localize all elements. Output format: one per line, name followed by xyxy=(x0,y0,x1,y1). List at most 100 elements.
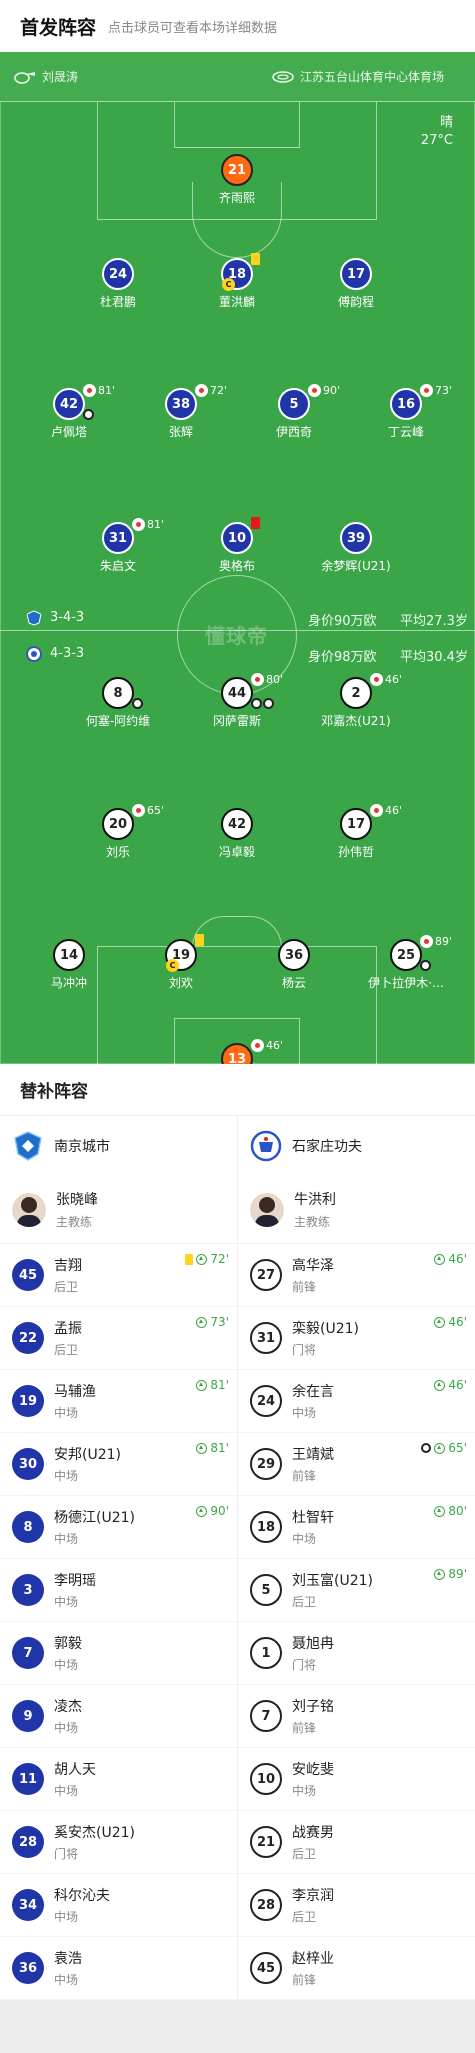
sub-player-info: 杜智轩 中场 xyxy=(292,1507,334,1547)
sub-on-icon xyxy=(196,1379,208,1391)
sub-on-time: 81' xyxy=(210,1378,229,1392)
player-name: 刘欢 xyxy=(168,976,193,990)
sub-on-icon xyxy=(434,1379,446,1391)
player-marker[interactable]: 39 余梦辉(U21) xyxy=(296,522,416,574)
sub-player-row[interactable]: 27 高华泽 前锋 46' xyxy=(238,1244,475,1307)
player-number-badge: 24 xyxy=(102,258,134,290)
sub-player-row[interactable]: 45 吉翔 后卫 72' xyxy=(0,1244,237,1307)
sub-player-row[interactable]: 31 栾毅(U21) 门将 46' xyxy=(238,1307,475,1370)
player-marker[interactable]: 17 傅韵程 xyxy=(296,258,416,310)
sub-player-name: 奚安杰(U21) xyxy=(54,1825,135,1841)
sub-player-row[interactable]: 9 凌杰 中场 xyxy=(0,1685,237,1748)
sub-player-row[interactable]: 19 马辅渔 中场 81' xyxy=(0,1370,237,1433)
captain-badge: C xyxy=(166,959,179,972)
substitution-tag: 81' xyxy=(83,384,115,397)
sub-number-badge: 34 xyxy=(12,1889,44,1921)
sub-player-position: 后卫 xyxy=(292,1595,317,1609)
sub-player-row[interactable]: 28 奚安杰(U21) 门将 xyxy=(0,1811,237,1874)
goal-ball-icon xyxy=(83,409,94,420)
player-number-badge: 2 xyxy=(340,677,372,709)
sub-on-icon xyxy=(434,1253,446,1265)
sub-player-row[interactable]: 21 战赛男 后卫 xyxy=(238,1811,475,1874)
player-marker[interactable]: 42 81' 卢佩塔 xyxy=(9,384,129,440)
player-marker[interactable]: 5 90' 伊西奇 xyxy=(234,384,354,440)
player-name: 张辉 xyxy=(168,425,193,439)
sub-player-row[interactable]: 29 王靖斌 前锋 65' xyxy=(238,1433,475,1496)
player-number: 38 xyxy=(171,396,191,412)
player-marker[interactable]: 19 C 刘欢 xyxy=(121,934,241,991)
sub-player-row[interactable]: 45 赵梓业 前锋 xyxy=(238,1937,475,2000)
sub-player-row[interactable]: 7 刘子铭 前锋 xyxy=(238,1685,475,1748)
sub-player-row[interactable]: 8 杨德江(U21) 中场 90' xyxy=(0,1496,237,1559)
sub-player-row[interactable]: 22 孟振 后卫 73' xyxy=(0,1307,237,1370)
player-marker[interactable]: 31 81' 朱启文 xyxy=(58,518,178,574)
sub-on-time: 46' xyxy=(448,1252,467,1266)
sub-player-info: 栾毅(U21) 门将 xyxy=(292,1318,359,1358)
sub-player-name: 战赛男 xyxy=(292,1825,334,1841)
sub-player-info: 王靖斌 前锋 xyxy=(292,1444,334,1484)
away-team-logo-icon xyxy=(26,646,42,662)
home-subs-team[interactable]: 南京城市 xyxy=(0,1116,237,1176)
sub-player-row[interactable]: 1 聂旭冉 门将 xyxy=(238,1622,475,1685)
player-marker[interactable]: 10 奥格布 xyxy=(177,517,297,574)
lineup-title: 首发阵容 xyxy=(20,16,97,39)
sub-player-position: 中场 xyxy=(54,1973,79,1987)
sub-player-position: 中场 xyxy=(54,1406,79,1420)
sub-player-position: 中场 xyxy=(54,1532,79,1546)
sub-player-row[interactable]: 34 科尔沁夫 中场 xyxy=(0,1874,237,1937)
player-marker[interactable]: 44 80' 冈萨雷斯 xyxy=(177,673,297,729)
sub-player-row[interactable]: 28 李京润 后卫 xyxy=(238,1874,475,1937)
sub-player-position: 中场 xyxy=(54,1721,79,1735)
player-name: 邓嘉杰(U21) xyxy=(321,714,391,728)
sub-player-info: 吉翔 后卫 xyxy=(54,1255,82,1295)
player-marker[interactable]: 17 46' 孙伟哲 xyxy=(296,804,416,860)
goal-ball-icon xyxy=(251,698,262,709)
player-number: 16 xyxy=(396,396,416,412)
player-marker[interactable]: 8 何塞-阿约维 xyxy=(58,677,178,729)
player-number: 42 xyxy=(227,816,247,832)
sub-number-badge: 45 xyxy=(12,1259,44,1291)
sub-player-row[interactable]: 36 袁浩 中场 xyxy=(0,1937,237,2000)
player-number-badge: 39 xyxy=(340,522,372,554)
player-number: 36 xyxy=(284,947,304,963)
player-marker[interactable]: 18 C 董洪麟 xyxy=(177,253,297,310)
player-marker[interactable]: 20 65' 刘乐 xyxy=(58,804,178,860)
player-marker[interactable]: 2 46' 邓嘉杰(U21) xyxy=(296,673,416,729)
sub-player-info: 胡人天 中场 xyxy=(54,1759,96,1799)
sub-player-row[interactable]: 24 余在言 中场 46' xyxy=(238,1370,475,1433)
sub-player-name: 余在言 xyxy=(292,1384,334,1400)
player-number: 21 xyxy=(227,162,247,178)
player-marker[interactable]: 16 73' 丁云峰 xyxy=(346,384,466,440)
player-marker[interactable]: 36 杨云 xyxy=(234,939,354,991)
player-marker[interactable]: 14 马冲冲 xyxy=(9,939,129,991)
sub-number-badge: 18 xyxy=(250,1511,282,1543)
player-marker[interactable]: 1346'李学博 xyxy=(177,1039,297,1064)
sub-on-icon xyxy=(196,1442,208,1454)
player-marker[interactable]: 21 齐雨熙 xyxy=(177,154,297,206)
player-marker[interactable]: 42 冯卓毅 xyxy=(177,808,297,860)
sub-player-row[interactable]: 10 安屹斐 中场 xyxy=(238,1748,475,1811)
sub-player-name: 胡人天 xyxy=(54,1762,96,1778)
sub-on-time: 65' xyxy=(448,1441,467,1455)
sub-player-row[interactable]: 18 杜智轩 中场 80' xyxy=(238,1496,475,1559)
sub-player-row[interactable]: 11 胡人天 中场 xyxy=(0,1748,237,1811)
sub-player-name: 凌杰 xyxy=(54,1699,82,1715)
sub-player-row[interactable]: 7 郭毅 中场 xyxy=(0,1622,237,1685)
sub-off-icon xyxy=(420,935,433,948)
player-marker[interactable]: 38 72' 张辉 xyxy=(121,384,241,440)
sub-player-row[interactable]: 30 安邦(U21) 中场 81' xyxy=(0,1433,237,1496)
away-subs-team[interactable]: 石家庄功夫 xyxy=(238,1116,475,1176)
away-coach[interactable]: 牛洪利 主教练 xyxy=(238,1176,475,1244)
player-number-badge: 17 xyxy=(340,258,372,290)
player-name: 傅韵程 xyxy=(337,295,374,309)
sub-player-position: 后卫 xyxy=(54,1280,79,1294)
stadium: 江苏五台山体育中心体育场 xyxy=(272,68,444,85)
sub-player-row[interactable]: 3 李明瑶 中场 xyxy=(0,1559,237,1622)
sub-player-row[interactable]: 5 刘玉富(U21) 后卫 89' xyxy=(238,1559,475,1622)
sub-number-badge: 1 xyxy=(250,1637,282,1669)
player-marker[interactable]: 24 杜君鹏 xyxy=(58,258,178,310)
player-marker[interactable]: 25 89' 伊卜拉伊木·… xyxy=(346,935,466,991)
sub-player-info: 刘子铭 前锋 xyxy=(292,1696,334,1736)
sub-player-name: 科尔沁夫 xyxy=(54,1888,110,1904)
home-coach[interactable]: 张晓峰 主教练 xyxy=(0,1176,237,1244)
